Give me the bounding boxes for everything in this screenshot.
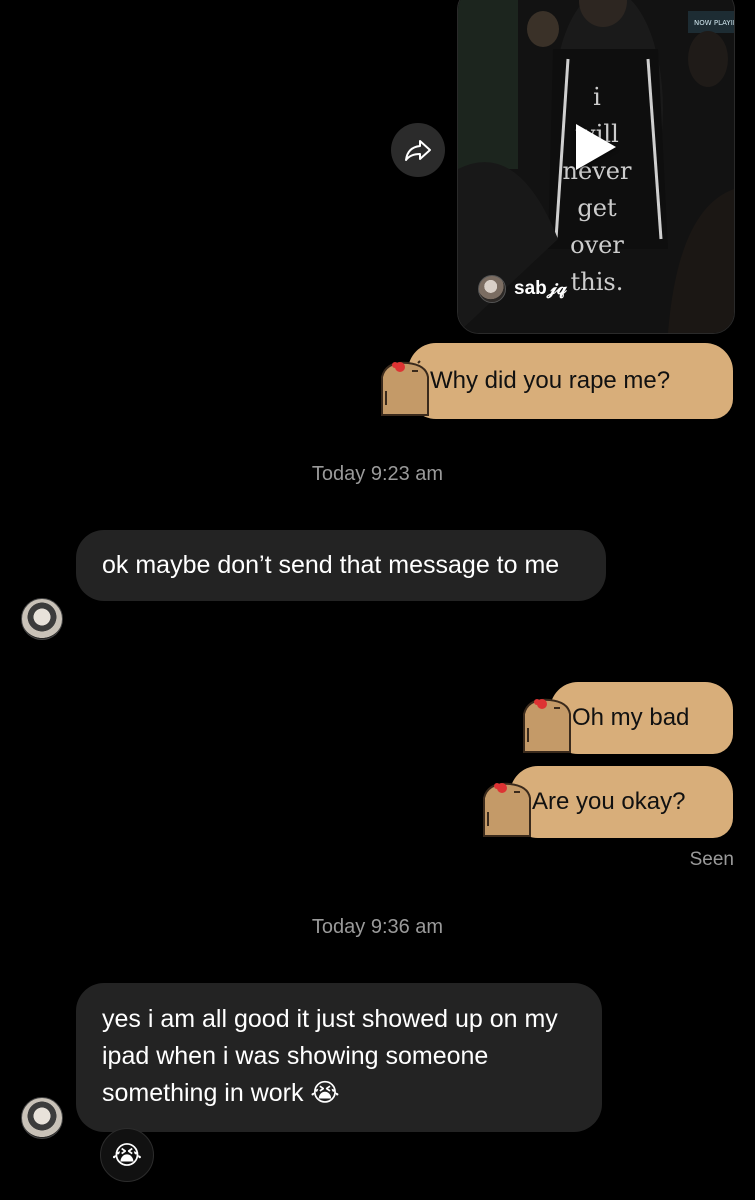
share-button[interactable]	[391, 123, 445, 177]
video-message-card[interactable]: NOW PLAYIN i will never get over this. s…	[457, 0, 735, 334]
sent-message[interactable]: Oh my bad	[520, 682, 733, 754]
play-icon[interactable]	[576, 124, 616, 170]
received-message[interactable]: yes i am all good it just showed up on m…	[76, 983, 602, 1132]
received-message-text: ok maybe don’t send that message to me	[102, 551, 560, 579]
sent-message-text: Oh my bad	[572, 704, 690, 731]
crying-emoji-icon: 😭	[111, 1139, 143, 1170]
sent-message-text: Why did you rape me?	[430, 367, 671, 394]
sent-message[interactable]: Are you okay?	[480, 766, 733, 838]
contact-avatar[interactable]	[21, 1097, 63, 1139]
caption-line: get	[577, 194, 617, 222]
sent-message[interactable]: Why did you rape me?	[378, 343, 733, 419]
message-timestamp: Today 9:36 am	[311, 916, 444, 938]
capybara-sticker-icon	[483, 782, 531, 837]
capybara-sticker-icon	[523, 698, 571, 753]
caption-line: i	[593, 83, 601, 111]
sent-bubble: Oh my bad	[550, 682, 733, 754]
caption-line: over	[570, 231, 624, 259]
contact-avatar[interactable]	[21, 598, 63, 640]
cinema-sign-text: NOW PLAYIN	[694, 19, 734, 27]
video-author-name: sab𝒿𝓆	[514, 278, 567, 299]
seen-indicator: Seen	[689, 849, 734, 870]
video-author-avatar	[478, 275, 506, 303]
video-author[interactable]: sab𝒿𝓆	[478, 275, 567, 303]
sent-bubble: Why did you rape me?	[408, 343, 733, 419]
share-arrow-icon	[405, 140, 431, 161]
sent-message-text: Are you okay?	[532, 788, 686, 815]
message-timestamp: Today 9:23 am	[311, 463, 444, 485]
caption-line: this.	[570, 268, 624, 296]
received-message-text: yes i am all good it just showed up on m…	[102, 1005, 558, 1107]
capybara-sticker-icon	[381, 360, 429, 416]
received-message[interactable]: ok maybe don’t send that message to me	[76, 530, 606, 601]
sent-bubble: Are you okay?	[510, 766, 733, 838]
message-reaction[interactable]: 😭	[100, 1128, 154, 1182]
video-overlay-caption: i will never get over this.	[562, 79, 632, 301]
